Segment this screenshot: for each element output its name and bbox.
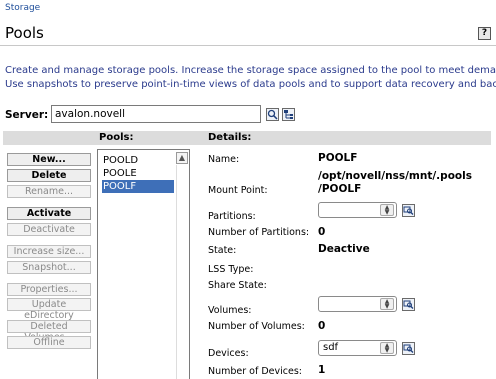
volumes-select[interactable]: ▲ ▼	[318, 296, 397, 312]
devices-select[interactable]: sdf ▲ ▼	[318, 340, 397, 356]
num-devices-label: Number of Devices:	[208, 366, 302, 377]
new-button[interactable]: New...	[7, 153, 91, 166]
num-partitions-label: Number of Partitions:	[208, 227, 310, 238]
list-item[interactable]: POOLE	[102, 167, 174, 180]
deactivate-button[interactable]: Deactivate	[7, 223, 91, 236]
select-arrows-icon: ▲ ▼	[380, 204, 394, 216]
rename-button[interactable]: Rename...	[7, 185, 91, 198]
activate-button[interactable]: Activate	[7, 207, 91, 220]
num-volumes-label: Number of Volumes:	[208, 321, 305, 332]
help-button[interactable]: ?	[478, 27, 491, 40]
lss-type-label: LSS Type:	[208, 264, 254, 275]
server-input[interactable]: avalon.novell	[51, 105, 261, 123]
properties-button[interactable]: Properties...	[7, 283, 91, 296]
mount-point-label: Mount Point:	[208, 185, 268, 196]
volumes-label: Volumes:	[208, 305, 252, 316]
list-item[interactable]: POOLD	[102, 154, 174, 167]
num-partitions-value: 0	[318, 226, 326, 238]
increase-size-button[interactable]: Increase size...	[7, 245, 91, 258]
volumes-magnify-icon[interactable]	[402, 298, 415, 311]
select-arrows-icon: ▲ ▼	[380, 342, 394, 354]
scroll-up-icon[interactable]: ▲	[176, 152, 188, 164]
pools-listbox[interactable]: POOLD POOLE POOLF ▲	[97, 149, 190, 379]
details-header: Details:	[208, 132, 252, 143]
pools-header: Pools:	[99, 132, 134, 143]
deleted-volumes-button[interactable]: Deleted Volumes...	[7, 320, 91, 343]
devices-label: Devices:	[208, 348, 249, 359]
partitions-select[interactable]: ▲ ▼	[318, 202, 397, 218]
breadcrumb-storage[interactable]: Storage	[5, 3, 40, 13]
partitions-label: Partitions:	[208, 211, 256, 222]
partitions-magnify-icon[interactable]	[402, 204, 415, 217]
description-line-2: Use snapshots to preserve point-in-time …	[5, 79, 496, 90]
offline-button[interactable]: Offline	[7, 336, 91, 349]
name-label: Name:	[208, 154, 240, 165]
title-divider	[0, 45, 496, 46]
description-line-1: Create and manage storage pools. Increas…	[5, 65, 496, 76]
scrollbar-track[interactable]	[176, 165, 188, 379]
num-volumes-value: 0	[318, 320, 326, 332]
snapshot-button[interactable]: Snapshot...	[7, 261, 91, 274]
server-label: Server:	[5, 109, 49, 121]
select-arrows-icon: ▲ ▼	[380, 298, 394, 310]
delete-button[interactable]: Delete	[7, 169, 91, 182]
num-devices-value: 1	[318, 364, 326, 376]
list-item-selected[interactable]: POOLF	[102, 180, 174, 193]
search-icon[interactable]	[266, 108, 279, 121]
devices-selected-value: sdf	[323, 342, 339, 353]
update-edirectory-button[interactable]: Update eDirectory	[7, 298, 91, 321]
share-state-label: Share State:	[208, 280, 267, 291]
mount-point-value-line1: /opt/novell/nss/mnt/.pools	[318, 170, 472, 182]
state-value: Deactive	[318, 243, 370, 255]
name-value: POOLF	[318, 152, 358, 164]
state-label: State:	[208, 245, 237, 256]
tree-browse-icon[interactable]	[282, 108, 295, 121]
mount-point-value-line2: /POOLF	[318, 183, 362, 195]
page-title: Pools	[5, 24, 44, 42]
devices-magnify-icon[interactable]	[402, 342, 415, 355]
